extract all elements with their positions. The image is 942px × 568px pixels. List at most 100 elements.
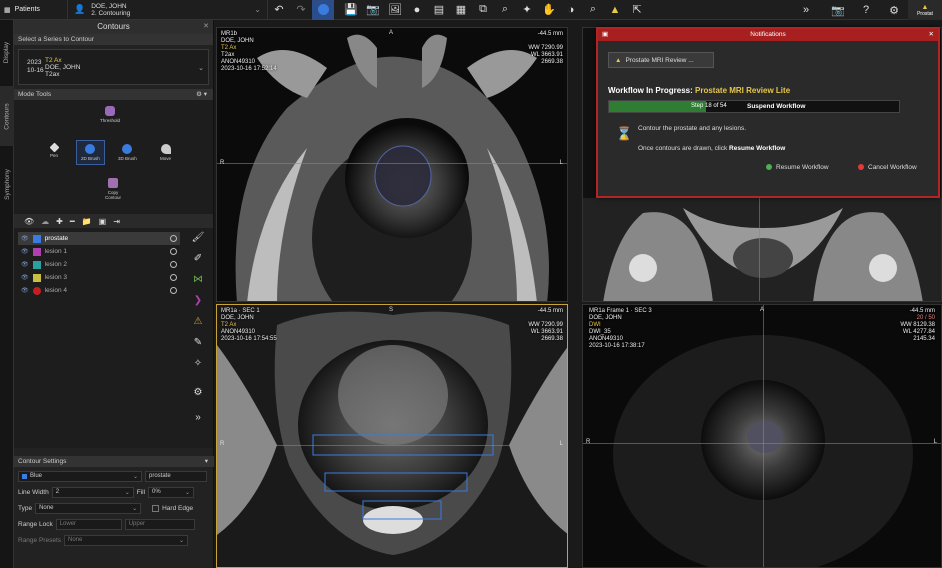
export-icon[interactable]: ⇥ [113, 217, 120, 226]
viewport-bottom-right[interactable]: MR1a Frame 1 · SEC 3 DOE, JOHN DWI DWI_3… [582, 304, 942, 568]
magic-wand-icon[interactable]: ✧ [189, 356, 207, 371]
fill-select[interactable]: 0% ⌄ [148, 486, 195, 498]
eraser-icon[interactable]: ✐ [189, 251, 207, 266]
series-selector[interactable]: 2023 10-16 T2 Ax DOE, JOHN T2ax ⌄ [18, 49, 209, 85]
alert-icon[interactable]: ▲ [604, 0, 626, 20]
cloud-icon[interactable]: ☁ [41, 217, 49, 226]
gear-icon[interactable]: ⚙ ▾ [196, 89, 207, 100]
gear-icon[interactable]: ⚙ [880, 0, 908, 20]
select-series-header: Select a Series to Contour [14, 34, 213, 45]
viewport-bottom-left[interactable]: MR1a · SEC 1 DOE, JOHN T2 Ax ANON49310 2… [216, 304, 568, 568]
pencil-icon[interactable]: ✎ [189, 335, 207, 350]
remove-icon[interactable]: ━ [70, 217, 75, 226]
color-palette-icon[interactable]: ● [406, 0, 428, 20]
more-icon[interactable]: » [189, 410, 207, 425]
color-select[interactable]: Blue ⌄ [18, 470, 142, 482]
camera-icon[interactable]: 📷 [362, 0, 384, 20]
tab-display[interactable]: Display [0, 26, 14, 78]
vp-bl-info-left: MR1a · SEC 1 DOE, JOHN T2 Ax ANON49310 2… [221, 308, 277, 342]
2d-brush-tool[interactable]: 2D Brush [76, 140, 105, 165]
grid-layout-icon[interactable]: ▦ [450, 0, 472, 20]
move-tool[interactable]: Move [160, 144, 171, 161]
expand-icon[interactable]: ❯ [189, 293, 207, 308]
eye-icon[interactable]: 👁 [21, 261, 29, 268]
chevron-down-icon: ⌄ [198, 65, 204, 72]
roi-item-prostate[interactable]: 👁 prostate [18, 232, 180, 245]
workflow-status: Workflow In Progress: Prostate MRI Revie… [608, 86, 791, 95]
help-icon[interactable]: ? [852, 0, 880, 20]
radio-icon[interactable] [170, 248, 177, 255]
3d-brush-tool[interactable]: 3D Brush [118, 144, 137, 161]
line-width-select[interactable]: 2 ⌄ [51, 486, 134, 498]
move-arrows-icon[interactable]: ⇱ [626, 0, 648, 20]
range-upper-input[interactable]: Upper [124, 518, 195, 530]
contrast-icon[interactable]: ◑ [560, 0, 582, 20]
mode-tools: Threshold Pen 2D Brush 3D Brush Move Cop… [14, 100, 213, 214]
save-icon[interactable]: ▣ [99, 217, 107, 226]
suspend-workflow-button[interactable]: Suspend Workflow [747, 103, 805, 110]
pen-tool[interactable]: Pen [49, 142, 59, 158]
roi-item-lesion-3[interactable]: 👁 lesion 3 [18, 271, 180, 284]
roi-item-lesion-2[interactable]: 👁 lesion 2 [18, 258, 180, 271]
brush-tool-icon[interactable] [312, 0, 334, 20]
hand-icon[interactable]: ✋ [538, 0, 560, 20]
search-filter-icon[interactable]: ⌕ [582, 0, 604, 20]
chevron-down-icon[interactable]: ▾ [205, 456, 208, 467]
layout-icon[interactable]: ▤ [428, 0, 450, 20]
vertical-tabs: Display Contours Symphony [0, 20, 14, 568]
range-presets-select[interactable]: None ⌄ [64, 534, 188, 546]
threshold-tool[interactable]: Threshold [100, 106, 120, 123]
eye-icon[interactable]: 👁 [21, 235, 29, 242]
roi-name-field[interactable]: prostate [145, 470, 207, 482]
resume-workflow-button[interactable]: Resume Workflow [766, 161, 829, 173]
hard-edge-checkbox[interactable] [152, 504, 160, 512]
hourglass-icon: ⌛ [616, 126, 633, 141]
chevron-down-icon: ⌄ [132, 473, 138, 480]
eye-icon[interactable]: 👁 [24, 217, 34, 226]
tab-contours[interactable]: Contours [0, 86, 14, 146]
cancel-icon [858, 164, 864, 170]
save-icon[interactable]: 💾 [340, 0, 362, 20]
close-icon[interactable]: ✕ [203, 20, 209, 34]
add-icon[interactable]: ✚ [56, 217, 63, 226]
paint-brush-icon[interactable]: 🖌 [189, 230, 207, 245]
prostate-mri-review-button[interactable]: ▲ Prostate MRI Review ... [608, 52, 714, 68]
viewport-top-left[interactable]: MR1b DOE, JOHN T2 Ax T2ax ANON49310 2023… [216, 27, 568, 302]
copy-contour-tool[interactable]: Copy Contour [102, 178, 124, 200]
undo-icon[interactable]: ↶ [268, 0, 290, 20]
close-icon[interactable]: ✕ [929, 29, 934, 41]
settings-icon[interactable]: ⚙ [189, 385, 207, 400]
cancel-workflow-button[interactable]: Cancel Workflow [858, 161, 917, 173]
image-icon[interactable]: 🖼 [384, 0, 406, 20]
grid-icon: ▦ [4, 6, 11, 14]
eye-icon[interactable]: 👁 [21, 287, 29, 294]
patient-selector[interactable]: 👤 DOE, JOHN 2. Contouring ⌄ [68, 0, 268, 20]
chevron-down-icon: ⌄ [185, 489, 191, 496]
boolean-icon[interactable]: ⚠ [189, 314, 207, 329]
type-select[interactable]: None ⌄ [35, 502, 142, 514]
prostate-tab[interactable]: ▲ Prostat [908, 0, 942, 20]
radio-icon[interactable] [170, 274, 177, 281]
radio-icon[interactable] [170, 235, 177, 242]
roi-item-lesion-4[interactable]: 👁 lesion 4 [18, 284, 180, 297]
notifications-popup: ▣ Notifications ✕ ▲ Prostate MRI Review … [596, 27, 940, 198]
zoom-icon[interactable]: ⌕ [494, 0, 516, 20]
vp-br-info-right: -44.5 mm 20 / 50 WW 8129.38 WL 4277.84 2… [900, 308, 935, 342]
screenshot-icon[interactable]: 📷 [824, 0, 852, 20]
vp-br-info-left: MR1a Frame 1 · SEC 3 DOE, JOHN DWI DWI_3… [589, 308, 652, 349]
panel-title: Contours ✕ [14, 20, 213, 34]
patients-button[interactable]: ▦ Patients [0, 0, 68, 20]
tab-symphony[interactable]: Symphony [0, 154, 14, 214]
interpolate-icon[interactable]: ⋈ [189, 272, 207, 287]
redo-icon[interactable]: ↷ [290, 0, 312, 20]
contrast-sync-icon[interactable]: ✦ [516, 0, 538, 20]
more-tools-icon[interactable]: » [792, 0, 820, 20]
compare-icon[interactable]: ⧉ [472, 0, 494, 20]
range-lower-input[interactable]: Lower [55, 518, 122, 530]
roi-item-lesion-1[interactable]: 👁 lesion 1 [18, 245, 180, 258]
eye-icon[interactable]: 👁 [21, 248, 29, 255]
radio-icon[interactable] [170, 287, 177, 294]
folder-icon[interactable]: 📁 [82, 217, 92, 226]
eye-icon[interactable]: 👁 [21, 274, 29, 281]
radio-icon[interactable] [170, 261, 177, 268]
